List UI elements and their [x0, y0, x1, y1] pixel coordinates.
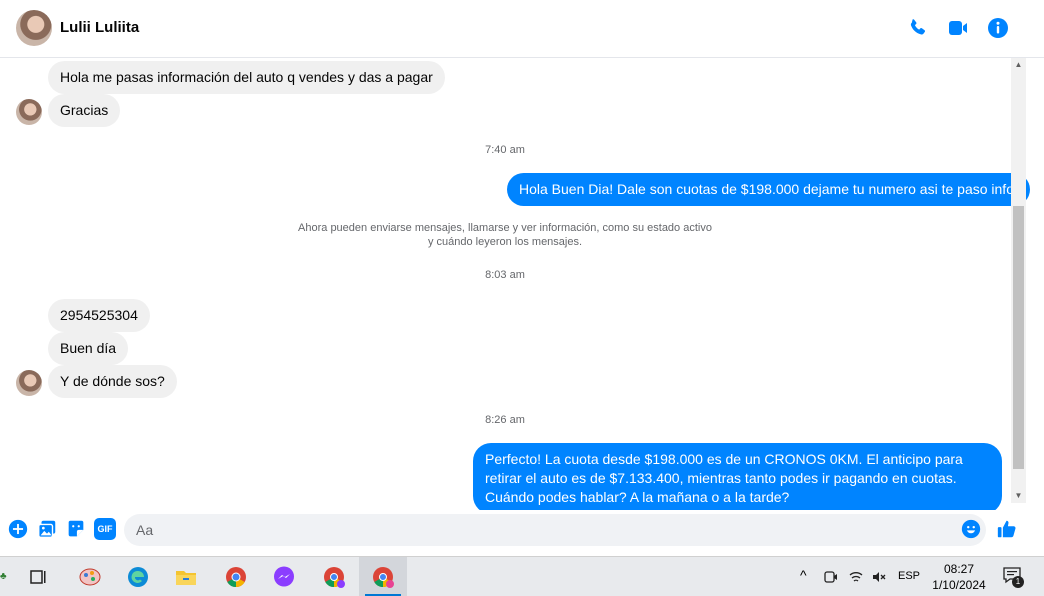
clock-time: 08:27: [943, 562, 975, 576]
timestamp: 8:03 am: [485, 269, 525, 281]
scroll-down-arrow-icon[interactable]: ▼: [1011, 489, 1026, 503]
sticker-icon[interactable]: [65, 518, 87, 540]
like-icon[interactable]: [996, 518, 1018, 540]
incoming-message[interactable]: Buen día: [48, 332, 129, 365]
gif-label: GIF: [97, 524, 113, 534]
privacy-notice: Ahora pueden enviarse mensajes, llamarse…: [0, 221, 1010, 249]
video-camera-icon[interactable]: [946, 16, 970, 40]
notification-count-badge: 1: [1012, 576, 1024, 588]
volume-muted-icon[interactable]: [871, 569, 887, 588]
widget-icon[interactable]: ♣: [0, 571, 10, 585]
chat-header: Lulii Luliita: [0, 0, 1044, 58]
notification-icon[interactable]: 1: [1002, 565, 1024, 588]
messenger-icon[interactable]: [270, 563, 298, 591]
contact-avatar[interactable]: [16, 10, 52, 46]
emoji-icon[interactable]: [960, 518, 982, 540]
timestamp: 8:26 am: [485, 414, 525, 426]
gif-icon[interactable]: GIF: [94, 518, 116, 540]
scroll-thumb[interactable]: [1013, 206, 1024, 469]
info-icon[interactable]: [986, 16, 1010, 40]
meet-now-icon[interactable]: [823, 569, 839, 588]
message-list: Hola me pasas información del auto q ven…: [0, 58, 1044, 510]
clock-date: 1/10/2024: [932, 578, 986, 592]
privacy-notice-line: Ahora pueden enviarse mensajes, llamarse…: [298, 222, 712, 234]
outgoing-message[interactable]: Hola Buen Dia! Dale son cuotas de $198.0…: [507, 173, 1030, 206]
taskbar-clock[interactable]: 08:27 1/10/2024: [928, 561, 990, 593]
wifi-icon[interactable]: [848, 569, 864, 588]
contact-name[interactable]: Lulii Luliita: [60, 19, 139, 36]
chrome-profile-icon[interactable]: [320, 563, 348, 591]
timestamp: 7:40 am: [485, 144, 525, 156]
privacy-notice-line: y cuándo leyeron los mensajes.: [427, 236, 583, 248]
show-hidden-icons-chevron-icon[interactable]: ^: [800, 567, 807, 583]
outgoing-message[interactable]: Perfecto! La cuota desde $198.000 es de …: [473, 443, 1002, 510]
incoming-message[interactable]: 2954525304: [48, 299, 150, 332]
language-indicator[interactable]: ESP: [898, 570, 920, 582]
incoming-message[interactable]: Gracias: [48, 94, 121, 127]
message-composer: GIF: [0, 510, 1044, 550]
task-view-icon[interactable]: [24, 563, 52, 591]
contact-mini-avatar: [16, 370, 42, 396]
edge-icon[interactable]: [124, 563, 152, 591]
chat-scrollbar[interactable]: ▲ ▼: [1011, 58, 1026, 503]
windows-taskbar: ♣ ^ ESP 08:27 1/10/2024 1: [0, 556, 1044, 596]
chrome-icon[interactable]: [222, 563, 250, 591]
chrome-active-icon[interactable]: [369, 563, 397, 591]
photo-icon[interactable]: [36, 518, 58, 540]
phone-icon[interactable]: [906, 16, 930, 40]
message-input[interactable]: [124, 514, 986, 546]
contact-mini-avatar: [16, 99, 42, 125]
file-explorer-icon[interactable]: [172, 563, 200, 591]
paint-icon[interactable]: [76, 563, 104, 591]
incoming-message[interactable]: Hola me pasas información del auto q ven…: [48, 61, 445, 94]
incoming-message[interactable]: Y de dónde sos?: [48, 365, 177, 398]
plus-icon[interactable]: [7, 518, 29, 540]
scroll-up-arrow-icon[interactable]: ▲: [1011, 58, 1026, 72]
messenger-window: Lulii Luliita Hola me pasas información …: [0, 0, 1044, 596]
